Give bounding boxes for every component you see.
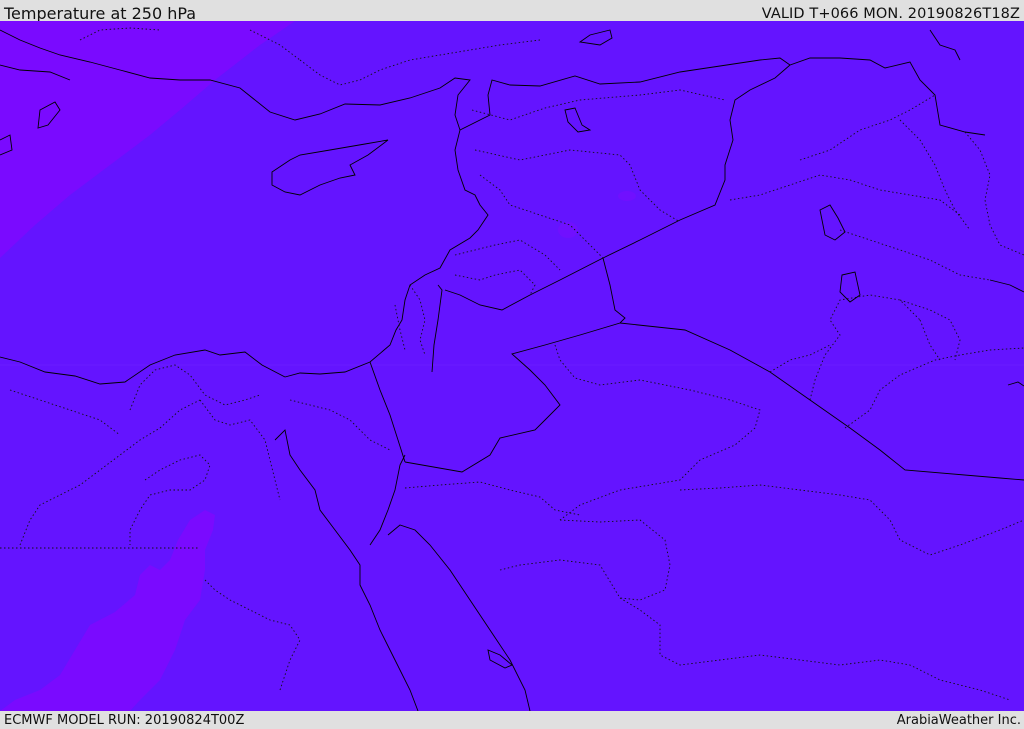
model-run: ECMWF MODEL RUN: 20190824T00Z: [4, 713, 245, 728]
valid-time: VALID T+066 MON. 20190826T18Z: [761, 6, 1020, 22]
field-spot: [618, 191, 636, 201]
temperature-map: [0, 21, 1024, 711]
weather-map-frame: Temperature at 250 hPa VALID T+066 MON. …: [0, 0, 1024, 729]
map-canvas: [0, 21, 1024, 711]
credit-label: ArabiaWeather Inc.: [896, 713, 1021, 728]
